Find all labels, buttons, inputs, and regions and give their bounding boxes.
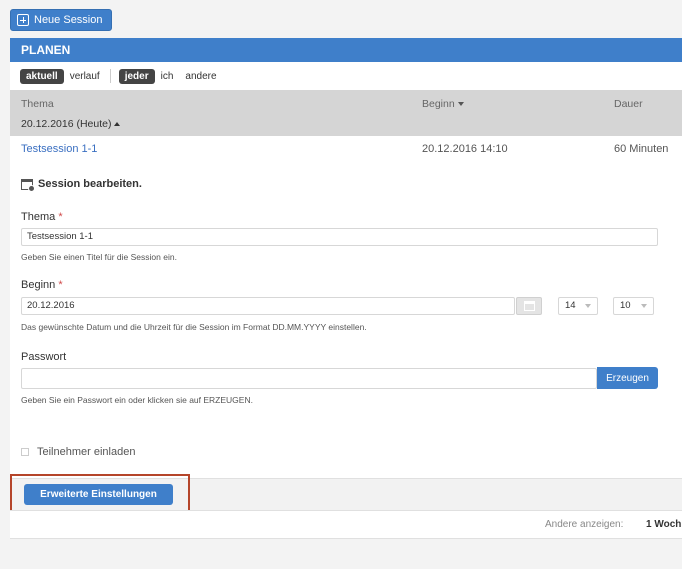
beginn-label: Beginn * [21,279,63,291]
column-dauer[interactable]: Dauer [614,98,643,110]
thema-label-text: Thema [21,211,56,223]
sort-down-icon [457,102,464,107]
calendar-button[interactable] [516,297,542,315]
minute-select[interactable]: 10 [613,297,654,315]
form-title: Session bearbeiten. [21,178,142,192]
beginn-hint: Das gewünschte Datum und die Uhrzeit für… [21,322,367,332]
session-content: Testsession 1-1 20.12.2016 14:10 60 Minu… [10,136,682,478]
invite-checkbox[interactable] [21,448,29,456]
planen-header: PLANEN [10,38,682,62]
table-header: Thema Beginn Dauer 20.12.2016 (Heute) [10,90,682,136]
footer-bar: Andere anzeigen: 1 Woch [10,510,682,539]
date-group-label: 20.12.2016 (Heute) [21,118,112,130]
hour-select[interactable]: 14 [558,297,598,315]
session-start: 20.12.2016 14:10 [422,143,508,155]
column-beginn-label: Beginn [422,98,455,110]
passwort-label: Passwort [21,351,67,363]
generate-password-button[interactable]: Erzeugen [597,367,658,389]
column-thema[interactable]: Thema [21,98,54,110]
thema-hint: Geben Sie einen Titel für die Session ei… [21,252,177,262]
plus-icon [17,14,29,26]
filter-bar: aktuell verlauf jeder ich andere [10,62,682,90]
chevron-down-icon [585,304,591,308]
thema-input[interactable]: Testsession 1-1 [21,228,658,246]
invite-label[interactable]: Teilnehmer einladen [37,446,135,458]
show-other-label: Andere anzeigen: [545,519,624,530]
date-group-toggle[interactable]: 20.12.2016 (Heute) [21,118,121,130]
hour-value: 14 [565,300,576,311]
filter-aktuell[interactable]: aktuell [20,68,64,84]
filter-ich[interactable]: ich [161,71,174,82]
filter-verlauf[interactable]: verlauf [70,71,100,82]
filter-divider [109,69,111,83]
chevron-down-icon [641,304,647,308]
minute-value: 10 [620,300,631,311]
date-input[interactable]: 20.12.2016 [21,297,515,315]
thema-required-mark: * [58,211,63,223]
collapse-up-icon [114,122,121,127]
page-bottom [0,539,682,569]
password-input[interactable] [21,368,597,389]
beginn-required-mark: * [58,279,63,291]
passwort-hint: Geben Sie ein Passwort ein oder klicken … [21,395,253,405]
new-session-label: Neue Session [34,14,103,26]
calendar-icon [523,301,535,311]
filter-jeder[interactable]: jeder [118,68,155,84]
session-title-link[interactable]: Testsession 1-1 [21,143,97,155]
edit-session-icon [21,178,35,192]
column-beginn[interactable]: Beginn [422,98,464,110]
beginn-label-text: Beginn [21,279,56,291]
filter-andere[interactable]: andere [185,71,216,82]
form-title-label: Session bearbeiten. [38,178,142,190]
session-duration: 60 Minuten [614,143,669,155]
period-select[interactable]: 1 Woch [646,519,681,530]
new-session-button[interactable]: Neue Session [10,9,112,31]
table-row[interactable]: Testsession 1-1 20.12.2016 14:10 60 Minu… [10,136,682,162]
thema-label: Thema * [21,211,63,223]
